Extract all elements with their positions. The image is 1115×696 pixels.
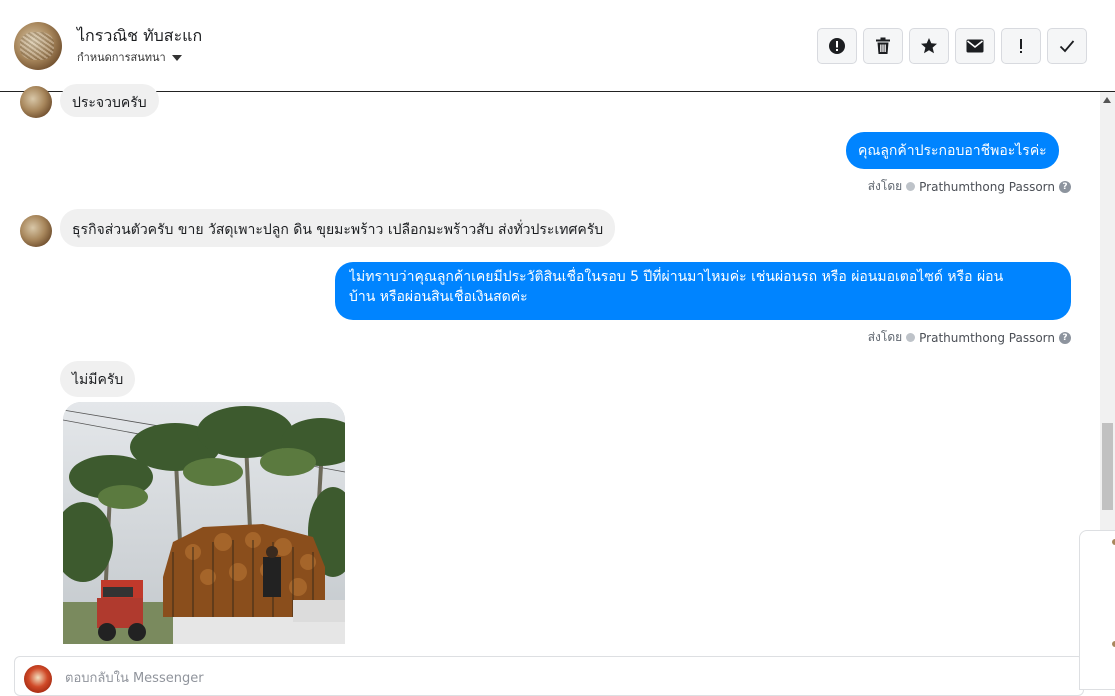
photo-attachment[interactable] bbox=[63, 402, 345, 644]
sent-by-label: ส่งโดย bbox=[867, 179, 903, 193]
verified-icon bbox=[906, 182, 916, 191]
sender-avatar[interactable] bbox=[20, 86, 52, 118]
conversation-settings-dropdown[interactable]: กำหนดการสนทนา bbox=[77, 48, 182, 66]
envelope-icon bbox=[966, 39, 984, 53]
star-icon bbox=[921, 38, 937, 54]
mark-unread-button[interactable] bbox=[955, 28, 995, 64]
reply-bar bbox=[14, 656, 1084, 696]
incoming-message: ประจวบครับ bbox=[60, 84, 159, 117]
agent-name[interactable]: Prathumthong Passorn bbox=[919, 331, 1055, 345]
help-icon[interactable]: ? bbox=[1059, 331, 1071, 344]
delete-button[interactable] bbox=[863, 28, 903, 64]
incoming-message: ธุรกิจส่วนตัวครับ ขาย วัสดุเพาะปลูก ดิน … bbox=[60, 209, 616, 247]
scroll-up-arrow-icon[interactable] bbox=[1103, 97, 1111, 103]
conversation-settings-label: กำหนดการสนทนา bbox=[77, 51, 166, 64]
mark-spam-button[interactable] bbox=[817, 28, 857, 64]
contact-avatar[interactable] bbox=[14, 22, 62, 70]
outgoing-message: คุณลูกค้าประกอบอาชีพอะไรค่ะ bbox=[846, 132, 1059, 169]
sender-avatar[interactable] bbox=[20, 215, 52, 247]
sent-by-info: ส่งโดย Prathumthong Passorn ? bbox=[868, 177, 1071, 196]
agent-name[interactable]: Prathumthong Passorn bbox=[919, 180, 1055, 194]
exclamation-icon bbox=[1020, 39, 1022, 53]
follow-up-button[interactable] bbox=[1001, 28, 1041, 64]
caret-down-icon bbox=[171, 54, 182, 61]
side-panel[interactable] bbox=[1079, 530, 1115, 690]
mark-done-button[interactable] bbox=[1047, 28, 1087, 64]
page-avatar bbox=[24, 665, 52, 693]
trash-icon bbox=[876, 37, 890, 54]
conversation-toolbar bbox=[817, 28, 1087, 64]
incoming-message: ไม่มีครับ bbox=[60, 361, 136, 397]
check-icon bbox=[1059, 40, 1075, 53]
scroll-thumb[interactable] bbox=[1102, 423, 1113, 510]
outgoing-message: ไม่ทราบว่าคุณลูกค้าเคยมีประวัติสินเชื่อใ… bbox=[335, 262, 1071, 320]
sent-by-info: ส่งโดย Prathumthong Passorn ? bbox=[868, 328, 1071, 347]
verified-icon bbox=[906, 333, 916, 342]
message-scrollbar[interactable] bbox=[1100, 92, 1115, 530]
sent-by-label: ส่งโดย bbox=[867, 330, 903, 344]
contact-name[interactable]: ไกรวณิช ทับสะแก bbox=[77, 24, 202, 49]
conversation-header: ไกรวณิช ทับสะแก กำหนดการสนทนา bbox=[0, 0, 1115, 92]
alert-circle-icon bbox=[829, 38, 845, 54]
help-icon[interactable]: ? bbox=[1059, 180, 1071, 193]
message-line: ไม่ทราบว่าคุณลูกค้าเคยมีประวัติสินเชื่อใ… bbox=[349, 269, 1004, 285]
reply-input[interactable] bbox=[63, 670, 667, 687]
photo-image bbox=[63, 402, 345, 644]
message-line: บ้าน หรือผ่อนสินเชื่อเงินสดค่ะ bbox=[349, 289, 528, 305]
star-button[interactable] bbox=[909, 28, 949, 64]
